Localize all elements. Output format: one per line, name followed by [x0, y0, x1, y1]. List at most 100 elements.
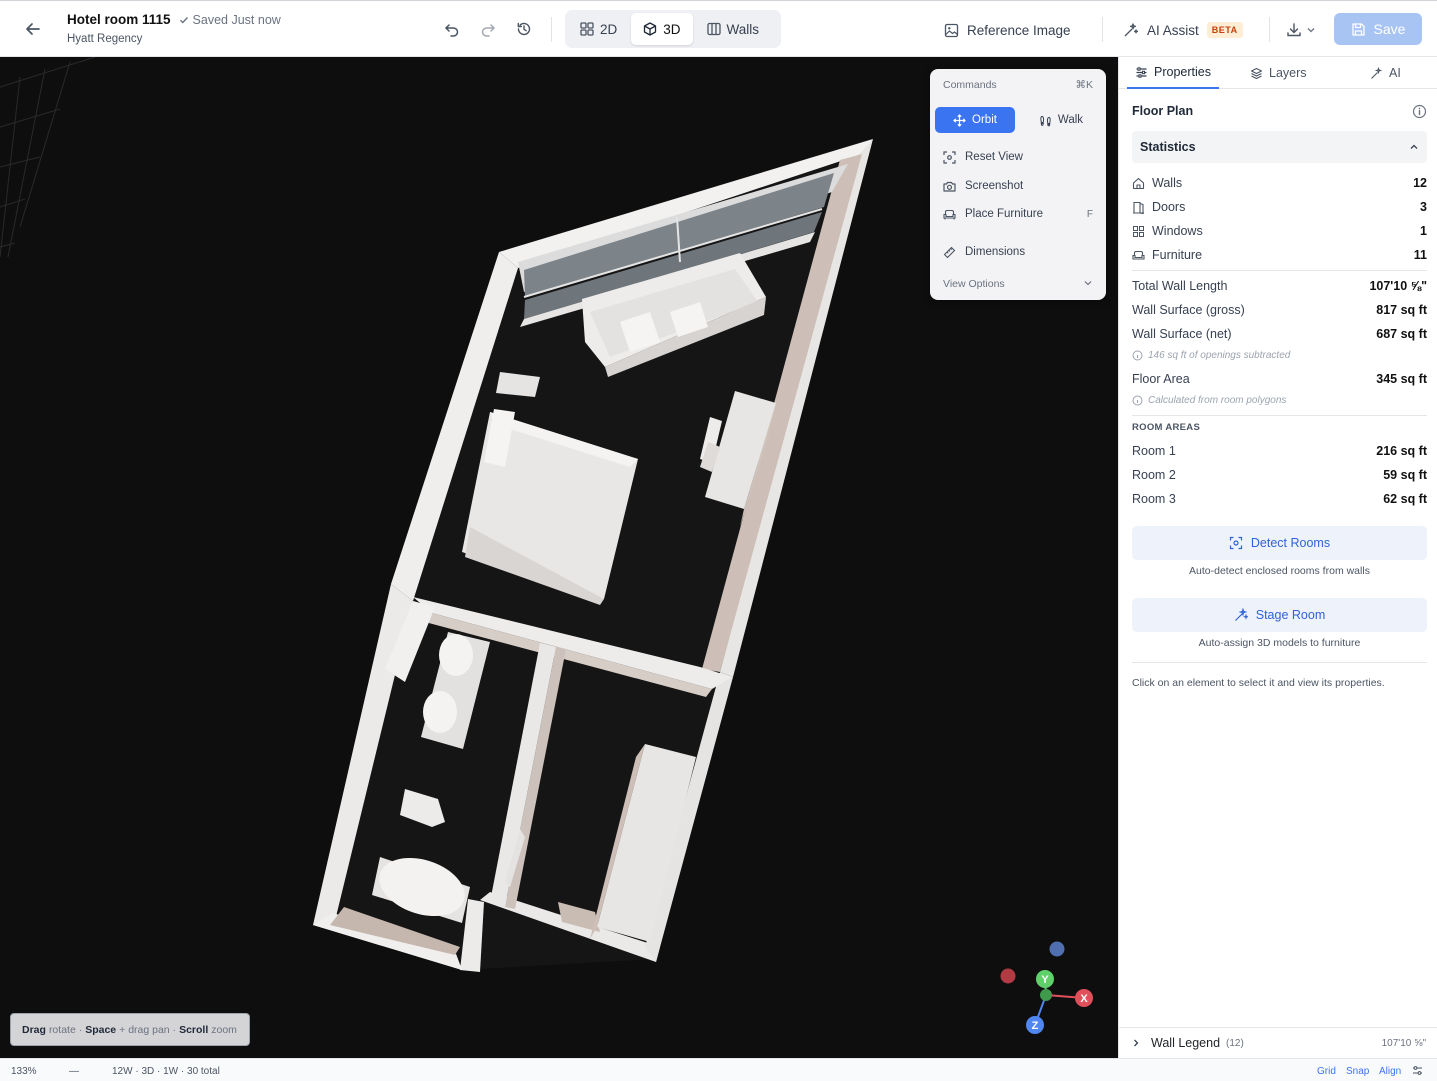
- chevron-down-icon: [1084, 281, 1092, 286]
- align-toggle[interactable]: Align: [1379, 1066, 1401, 1077]
- view-3d-label: 3D: [663, 21, 681, 37]
- stat-doors-value: 3: [1420, 200, 1427, 214]
- properties-sidebar: Properties Layers AI Floor Plan Statisti…: [1118, 57, 1437, 1058]
- axis-neg-z-handle[interactable]: [1049, 941, 1065, 957]
- project-subtitle: Hyatt Regency: [67, 33, 143, 45]
- stat-wall-surface-net-value: 687 sq ft: [1376, 327, 1427, 341]
- back-button[interactable]: [18, 15, 48, 43]
- view-2d-label: 2D: [600, 21, 618, 37]
- view-walls-label: Walls: [726, 21, 760, 37]
- axis-x-label: X: [1080, 993, 1088, 1005]
- grid-toggle[interactable]: Grid: [1317, 1066, 1336, 1077]
- axis-neg-x-handle[interactable]: [1000, 968, 1016, 984]
- ai-assist-button[interactable]: AI Assist BETA: [1123, 17, 1243, 43]
- save-status-label: Saved Just now: [192, 12, 281, 27]
- place-furniture-command[interactable]: Place Furniture F: [943, 204, 1093, 224]
- info-icon[interactable]: [1412, 104, 1427, 119]
- save-button[interactable]: Save: [1334, 13, 1422, 45]
- hint-scroll-key: Scroll: [179, 1023, 209, 1036]
- reset-view-icon: [943, 150, 956, 164]
- tab-layers-label: Layers: [1269, 66, 1307, 80]
- stat-windows-label: Windows: [1152, 224, 1203, 238]
- room-label: Room 2: [1132, 468, 1176, 482]
- reset-view-command[interactable]: Reset View: [943, 147, 1093, 167]
- settings-sliders-icon[interactable]: [1412, 1065, 1423, 1076]
- save-label: Save: [1373, 21, 1406, 37]
- room-areas-title: ROOM AREAS: [1132, 422, 1201, 433]
- axis-y-label: Y: [1041, 974, 1049, 986]
- magic-wand-icon: [1234, 608, 1248, 621]
- orbit-mode-button[interactable]: Orbit: [935, 107, 1015, 133]
- wall-legend-length: 107'10 ⅝": [1381, 1037, 1426, 1049]
- stat-windows: Windows 1: [1132, 222, 1427, 240]
- ai-assist-label: AI Assist: [1147, 22, 1199, 38]
- info-icon: [1132, 395, 1143, 406]
- room-value: 62 sq ft: [1383, 492, 1427, 506]
- tab-properties[interactable]: Properties: [1127, 57, 1219, 89]
- room-label: Room 1: [1132, 444, 1176, 458]
- tab-ai[interactable]: AI: [1370, 57, 1401, 89]
- statistics-title: Statistics: [1140, 140, 1196, 154]
- project-header: Hotel room 1115 Saved Just now Hyatt Reg…: [67, 12, 281, 45]
- move-arrows-icon: [953, 113, 966, 127]
- export-dropdown[interactable]: [1286, 17, 1316, 43]
- wall-legend-label: Wall Legend: [1151, 1036, 1221, 1050]
- openings-note: 146 sq ft of openings subtracted: [1132, 350, 1290, 361]
- redo-button[interactable]: [476, 17, 500, 41]
- sofa-icon: [943, 209, 956, 219]
- view-2d-tab[interactable]: 2D: [568, 13, 629, 45]
- undo-button[interactable]: [440, 17, 464, 41]
- room-label: Room 3: [1132, 492, 1176, 506]
- project-title[interactable]: Hotel room 1115: [67, 12, 171, 27]
- image-icon: [944, 23, 959, 37]
- footprints-icon: [1040, 115, 1051, 126]
- status-bar: 133% — 12W · 3D · 1W · 30 total Grid Sna…: [0, 1058, 1437, 1081]
- stage-room-button[interactable]: Stage Room: [1132, 598, 1427, 632]
- top-toolbar: Hotel room 1115 Saved Just now Hyatt Reg…: [0, 0, 1437, 57]
- 3d-viewport[interactable]: Commands ⌘K Orbit Walk Reset View Screen…: [0, 57, 1118, 1058]
- selection-hint: Click on an element to select it and vie…: [1132, 677, 1385, 689]
- reference-image-button[interactable]: Reference Image: [944, 17, 1071, 43]
- cube-icon: [644, 22, 657, 36]
- hint-scroll-action: zoom: [211, 1023, 237, 1036]
- divider: [1132, 415, 1427, 416]
- stat-total-wall-length-value: 107'10 ⅝": [1369, 279, 1427, 293]
- room-area-row: Room 3 62 sq ft: [1132, 490, 1427, 508]
- axis-z-label: Z: [1032, 1020, 1039, 1032]
- stat-walls-label: Walls: [1152, 176, 1183, 190]
- history-button[interactable]: [512, 17, 536, 41]
- axes-gizmo[interactable]: Y X Z: [990, 932, 1110, 1042]
- floor-area-note: Calculated from room polygons: [1132, 395, 1286, 406]
- stat-wall-surface-gross-label: Wall Surface (gross): [1132, 303, 1245, 317]
- view-3d-tab[interactable]: 3D: [631, 13, 693, 45]
- check-icon: [179, 16, 188, 24]
- walk-mode-button[interactable]: Walk: [1021, 107, 1101, 133]
- navigation-hint: Drag rotate · Space + drag pan · Scroll …: [10, 1013, 250, 1046]
- tab-layers[interactable]: Layers: [1250, 57, 1307, 89]
- view-walls-tab[interactable]: Walls: [695, 13, 772, 45]
- floor-area-note-text: Calculated from room polygons: [1148, 395, 1287, 406]
- floor-plan-title: Floor Plan: [1132, 104, 1194, 118]
- divider: [1132, 662, 1427, 663]
- camera-icon: [943, 181, 956, 192]
- statistics-toggle[interactable]: Statistics: [1132, 131, 1427, 163]
- zoom-level[interactable]: 133%: [11, 1066, 37, 1077]
- divider: [1269, 17, 1270, 42]
- stage-room-caption: Auto-assign 3D models to furniture: [1198, 637, 1361, 649]
- commands-header: Commands ⌘K: [943, 79, 1093, 91]
- wall-legend-toggle[interactable]: Wall Legend (12) 107'10 ⅝": [1119, 1027, 1437, 1058]
- detect-rooms-button[interactable]: Detect Rooms: [1132, 526, 1427, 560]
- chevron-down-icon: [1307, 28, 1315, 33]
- stat-walls-value: 12: [1413, 176, 1427, 190]
- sliders-icon: [1136, 66, 1147, 78]
- screenshot-command[interactable]: Screenshot: [943, 176, 1093, 196]
- openings-note-text: 146 sq ft of openings subtracted: [1148, 350, 1291, 361]
- commands-panel: Commands ⌘K Orbit Walk Reset View Screen…: [930, 69, 1106, 300]
- dimensions-command[interactable]: Dimensions: [943, 242, 1093, 262]
- hint-space-action: + drag pan ·: [119, 1023, 177, 1036]
- snap-toggle[interactable]: Snap: [1346, 1066, 1369, 1077]
- detect-rooms-caption: Auto-detect enclosed rooms from walls: [1189, 565, 1370, 577]
- screenshot-label: Screenshot: [965, 180, 1024, 192]
- view-options-toggle[interactable]: View Options: [943, 278, 1093, 290]
- stat-doors-label: Doors: [1152, 200, 1186, 214]
